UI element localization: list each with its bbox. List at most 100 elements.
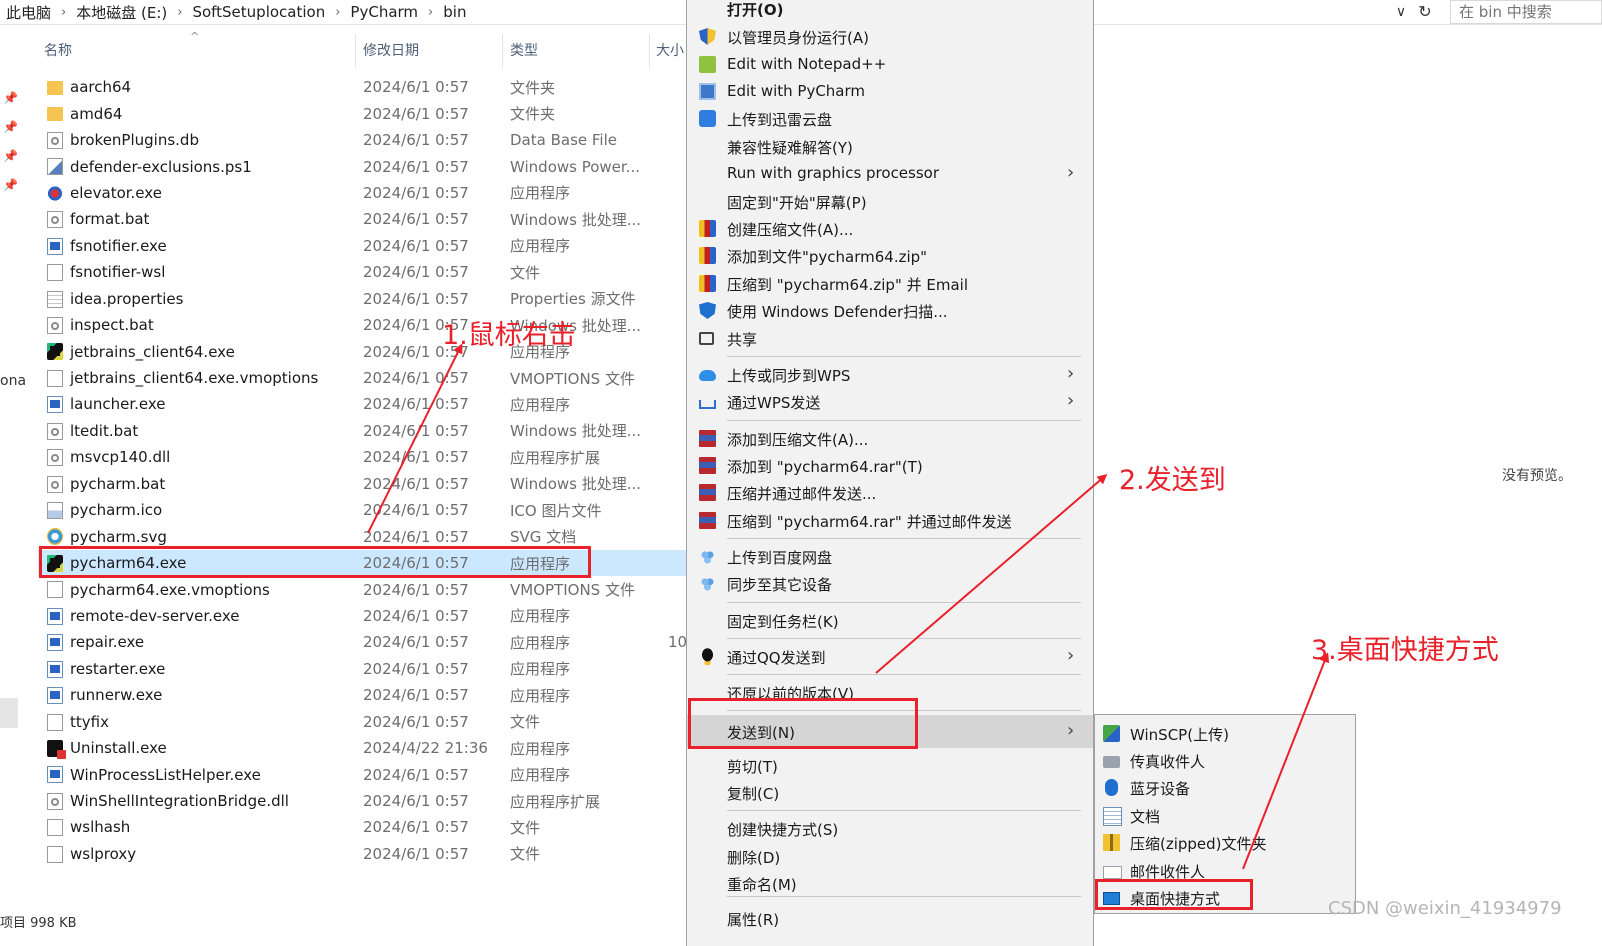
file-row[interactable]: wslproxy 2024/6/1 0:57 文件	[38, 841, 686, 867]
pin-icon[interactable]: 📌	[3, 120, 18, 134]
file-row[interactable]: msvcp140.dll 2024/6/1 0:57 应用程序扩展	[38, 444, 686, 470]
context-menu-item[interactable]: 添加到压缩文件(A)...	[687, 425, 1093, 452]
context-menu-item[interactable]: 压缩到 "pycharm64.rar" 并通过邮件发送	[687, 507, 1093, 534]
context-menu-item[interactable]: Edit with Notepad++	[687, 51, 1093, 78]
pin-icon[interactable]: 📌	[3, 91, 18, 105]
context-menu-item[interactable]: 创建快捷方式(S)	[687, 815, 1093, 842]
context-menu-item[interactable]: 上传到百度网盘	[687, 543, 1093, 570]
file-row[interactable]: WinShellIntegrationBridge.dll 2024/6/1 0:…	[38, 788, 686, 814]
file-date: 2024/6/1 0:57	[363, 236, 469, 255]
context-menu-item[interactable]: 兼容性疑难解答(Y)	[687, 133, 1093, 160]
context-menu-item-label: 固定到任务栏(K)	[727, 613, 839, 631]
column-divider[interactable]	[502, 34, 503, 68]
file-row[interactable]: fsnotifier.exe 2024/6/1 0:57 应用程序	[38, 233, 686, 259]
context-menu-item[interactable]: 同步至其它设备	[687, 570, 1093, 597]
file-row[interactable]: ttyfix 2024/6/1 0:57 文件	[38, 709, 686, 735]
column-divider[interactable]	[355, 34, 356, 68]
column-header-date[interactable]: 修改日期	[363, 40, 419, 60]
context-menu-item[interactable]: 添加到文件"pycharm64.zip"	[687, 242, 1093, 269]
file-row[interactable]: pycharm.ico 2024/6/1 0:57 ICO 图片文件	[38, 497, 686, 523]
sendto-menu-item[interactable]: 蓝牙设备	[1095, 774, 1355, 801]
file-row[interactable]: fsnotifier-wsl 2024/6/1 0:57 文件	[38, 259, 686, 285]
sendto-menu-item[interactable]: 传真收件人	[1095, 747, 1355, 774]
context-menu-item[interactable]: 创建压缩文件(A)...	[687, 215, 1093, 242]
file-row[interactable]: repair.exe 2024/6/1 0:57 应用程序 10	[38, 629, 687, 655]
file-row[interactable]: Uninstall.exe 2024/4/22 21:36 应用程序	[38, 735, 686, 761]
file-row[interactable]: brokenPlugins.db 2024/6/1 0:57 Data Base F…	[38, 127, 686, 153]
pin-icon[interactable]: 📌	[3, 149, 18, 163]
context-menu-item[interactable]: 复制(C)	[687, 779, 1093, 806]
file-row[interactable]: restarter.exe 2024/6/1 0:57 应用程序	[38, 656, 686, 682]
context-menu-item[interactable]: 通过WPS发送 ›	[687, 388, 1093, 415]
context-menu-item-label: 打开(O)	[727, 1, 784, 19]
file-name: aarch64	[70, 78, 132, 97]
context-menu-item[interactable]: 共享	[687, 325, 1093, 352]
file-row[interactable]: format.bat 2024/6/1 0:57 Windows 批处理...	[38, 206, 686, 232]
column-divider[interactable]	[649, 34, 650, 68]
breadcrumb-separator-icon[interactable]: ›	[428, 5, 433, 20]
column-header-name[interactable]: 名称	[44, 40, 72, 60]
context-menu-item[interactable]: 上传或同步到WPS ›	[687, 361, 1093, 388]
context-menu-item[interactable]: 上传到迅雷云盘	[687, 105, 1093, 132]
breadcrumb-item[interactable]: bin	[443, 3, 466, 21]
file-row[interactable]: amd64 2024/6/1 0:57 文件夹	[38, 100, 686, 126]
navigation-selected-item[interactable]	[0, 698, 18, 728]
context-menu-item[interactable]: 打开(O)	[687, 0, 1093, 22]
context-menu-item[interactable]: 属性(R)	[687, 905, 1093, 932]
file-row[interactable]: defender-exclusions.ps1 2024/6/1 0:57 Wind…	[38, 153, 686, 179]
file-type: 应用程序	[510, 739, 571, 758]
file-row[interactable]: launcher.exe 2024/6/1 0:57 应用程序	[38, 391, 686, 417]
file-date: 2024/6/1 0:57	[363, 448, 469, 467]
context-menu-item[interactable]: 固定到任务栏(K)	[687, 607, 1093, 634]
breadcrumb-item[interactable]: PyCharm	[350, 3, 418, 21]
file-type: 文件	[510, 818, 541, 837]
context-menu-item[interactable]: 压缩并通过邮件发送...	[687, 479, 1093, 506]
breadcrumb-separator-icon[interactable]: ›	[61, 5, 66, 20]
breadcrumb-item[interactable]: SoftSetuplocation	[192, 3, 325, 21]
file-row[interactable]: jetbrains_client64.exe 2024/6/1 0:57 应用程序	[38, 338, 686, 364]
file-row[interactable]: inspect.bat 2024/6/1 0:57 Windows 批处理...	[38, 312, 686, 338]
file-icon	[47, 264, 63, 282]
file-row[interactable]: jetbrains_client64.exe.vmoptions 2024/6/1…	[38, 365, 686, 391]
context-menu-item[interactable]: 重命名(M)	[687, 870, 1093, 897]
pin-icon[interactable]: 📌	[3, 178, 18, 192]
column-header-type[interactable]: 类型	[510, 40, 538, 60]
context-menu-item[interactable]: 固定到"开始"屏幕(P)	[687, 188, 1093, 215]
file-row[interactable]: WinProcessListHelper.exe 2024/6/1 0:57 应用程…	[38, 761, 686, 787]
gear-file-icon	[47, 792, 63, 810]
file-date: 2024/6/1 0:57	[363, 606, 469, 625]
file-row[interactable]: ltedit.bat 2024/6/1 0:57 Windows 批处理...	[38, 418, 686, 444]
breadcrumb-separator-icon[interactable]: ›	[177, 5, 182, 20]
file-row[interactable]: runnerw.exe 2024/6/1 0:57 应用程序	[38, 682, 686, 708]
context-menu-item[interactable]: 添加到 "pycharm64.rar"(T)	[687, 452, 1093, 479]
context-menu-item[interactable]: Run with graphics processor ›	[687, 160, 1093, 187]
file-row[interactable]: pycharm64.exe.vmoptions 2024/6/1 0:57 VMOP…	[38, 576, 686, 602]
sendto-menu-item[interactable]: WinSCP(上传)	[1095, 720, 1355, 747]
file-row[interactable]: elevator.exe 2024/6/1 0:57 应用程序	[38, 180, 686, 206]
sendto-menu-item[interactable]: 压缩(zipped)文件夹	[1095, 829, 1355, 856]
column-header-size[interactable]: 大小	[656, 40, 684, 60]
context-menu-item[interactable]: 使用 Windows Defender扫描...	[687, 297, 1093, 324]
context-menu-item[interactable]: 删除(D)	[687, 843, 1093, 870]
context-menu-item[interactable]: 剪切(T)	[687, 752, 1093, 779]
file-row[interactable]: remote-dev-server.exe 2024/6/1 0:57 应用程序	[38, 603, 686, 629]
file-row[interactable]: idea.properties 2024/6/1 0:57 Properties 源…	[38, 286, 686, 312]
file-row[interactable]: wslhash 2024/6/1 0:57 文件	[38, 814, 686, 840]
context-menu-item[interactable]: 以管理员身份运行(A)	[687, 23, 1093, 50]
context-menu-item[interactable]: 压缩到 "pycharm64.zip" 并 Email	[687, 270, 1093, 297]
refresh-icon[interactable]: ↻	[1414, 2, 1436, 22]
search-box[interactable]	[1450, 0, 1602, 24]
search-input[interactable]	[1459, 3, 1593, 21]
sendto-menu-item[interactable]: 文档	[1095, 802, 1355, 829]
menu-separator	[727, 674, 1081, 675]
breadcrumb-item[interactable]: 此电脑	[6, 2, 51, 23]
address-history-dropdown-icon[interactable]: ∨	[1392, 3, 1410, 21]
navigation-pane: 📌 📌 📌 📌	[0, 25, 22, 946]
file-row[interactable]: aarch64 2024/6/1 0:57 文件夹	[38, 74, 686, 100]
navigation-item-label[interactable]: ona	[0, 373, 26, 389]
file-row[interactable]: pycharm.bat 2024/6/1 0:57 Windows 批处理...	[38, 471, 686, 497]
breadcrumb-item[interactable]: 本地磁盘 (E:)	[76, 2, 167, 23]
context-menu-item[interactable]: Edit with PyCharm	[687, 78, 1093, 105]
breadcrumb-separator-icon[interactable]: ›	[335, 5, 340, 20]
context-menu-item[interactable]: 通过QQ发送到 ›	[687, 643, 1093, 670]
